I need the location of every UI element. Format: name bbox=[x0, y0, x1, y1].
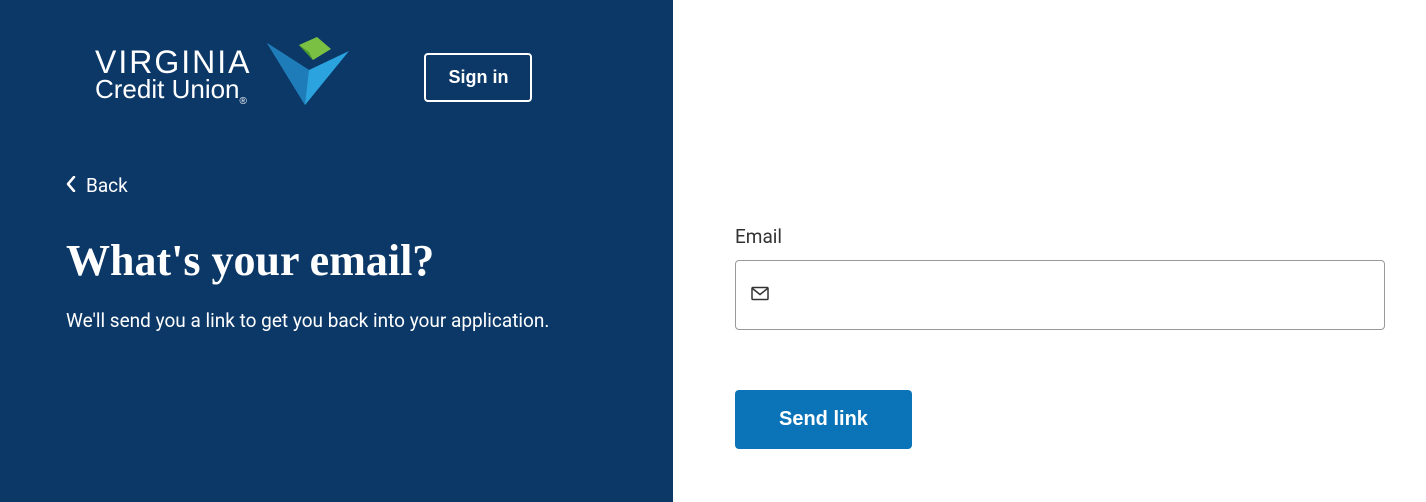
back-link[interactable]: Back bbox=[0, 174, 673, 197]
brand-name-line2: Credit Union® bbox=[95, 76, 251, 107]
signin-button[interactable]: Sign in bbox=[424, 53, 532, 102]
mail-icon bbox=[751, 286, 769, 305]
chevron-left-icon bbox=[66, 174, 76, 197]
back-label: Back bbox=[86, 174, 128, 197]
brand-mark-icon bbox=[259, 35, 354, 114]
email-label: Email bbox=[735, 225, 1386, 248]
send-link-button[interactable]: Send link bbox=[735, 390, 912, 449]
left-panel: VIRGINIA Credit Union® Sign in Back What… bbox=[0, 0, 673, 502]
brand-logo-text: VIRGINIA Credit Union® bbox=[95, 46, 251, 107]
email-input-wrapper bbox=[735, 260, 1386, 330]
page-subheading: We'll send you a link to get you back in… bbox=[0, 308, 673, 335]
header-row: VIRGINIA Credit Union® Sign in bbox=[0, 40, 673, 114]
page-heading: What's your email? bbox=[0, 235, 673, 286]
right-panel: Email Send link bbox=[673, 0, 1426, 502]
email-input[interactable] bbox=[735, 260, 1385, 330]
brand-logo: VIRGINIA Credit Union® bbox=[95, 40, 354, 114]
